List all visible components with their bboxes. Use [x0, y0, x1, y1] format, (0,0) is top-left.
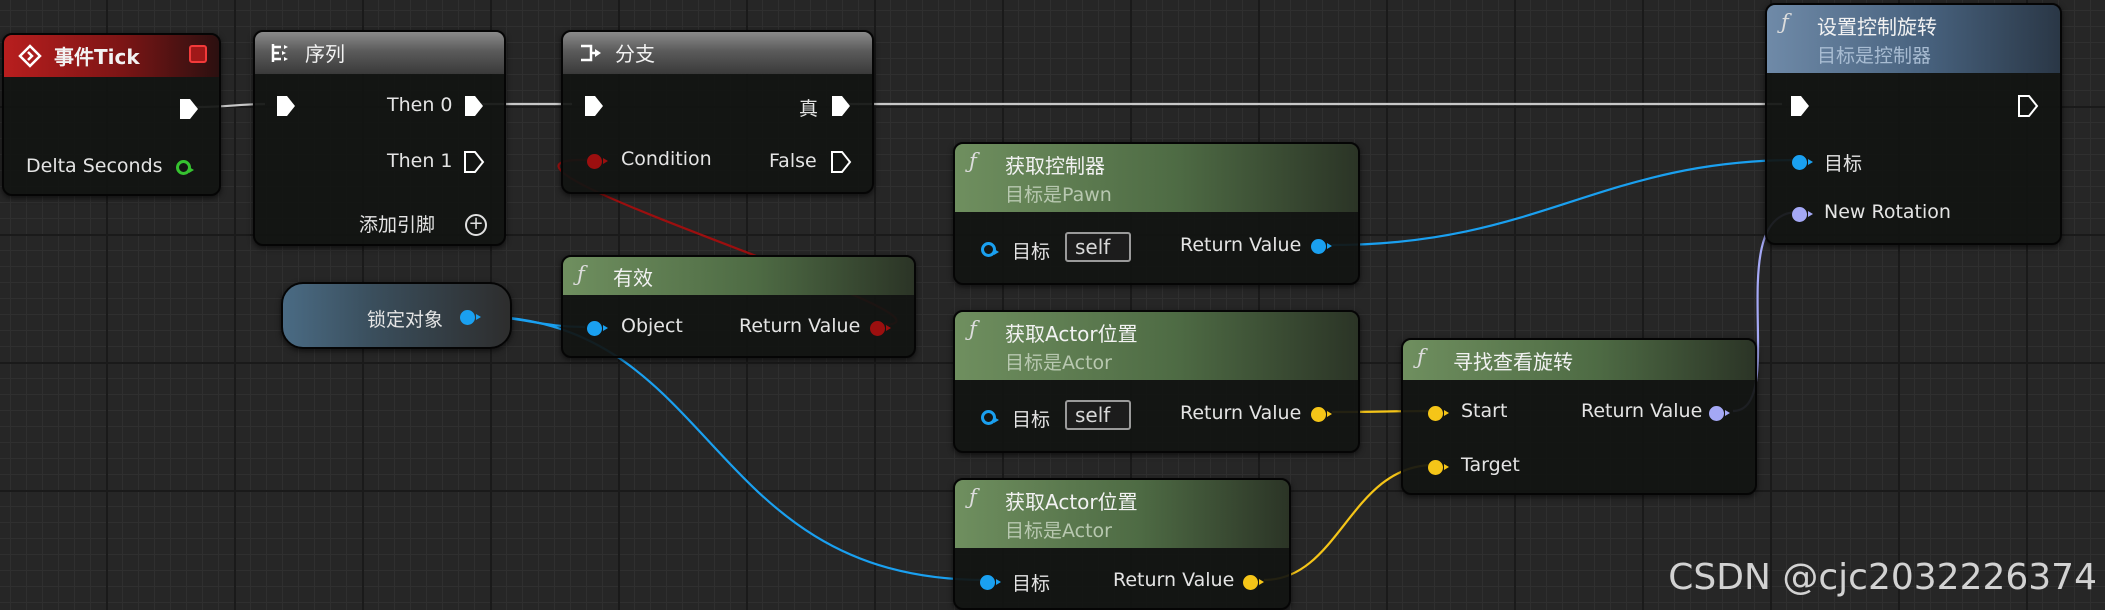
find-look-at-return-label: Return Value — [1581, 400, 1703, 422]
branch-node[interactable]: 分支 真 Condition False — [561, 30, 874, 194]
get-actor-location-header-2[interactable]: ƒ 获取Actor位置 目标是Actor — [955, 480, 1289, 548]
lock-target-variable-node[interactable]: 锁定对象 — [281, 282, 512, 349]
is-valid-title: 有效 — [613, 266, 653, 290]
get-controller-return-pin[interactable] — [1311, 239, 1332, 254]
get-actor-location-return-label-1: Return Value — [1180, 402, 1302, 424]
lock-target-label: 锁定对象 — [367, 309, 444, 331]
condition-label: Condition — [621, 148, 712, 170]
find-look-at-rotation-node[interactable]: ƒ 寻找查看旋转 Start Return Value Target — [1401, 338, 1757, 495]
get-actor-location-return-label-2: Return Value — [1113, 569, 1235, 591]
self-input[interactable]: self — [1065, 232, 1131, 262]
sequence-node[interactable]: 序列 Then 0 Then 1 添加引脚 + — [253, 30, 506, 246]
get-actor-location-target-label-2: 目标 — [1012, 573, 1051, 595]
find-look-at-title: 寻找查看旋转 — [1453, 350, 1573, 374]
exec-in-pin[interactable] — [1789, 94, 1811, 118]
function-icon: ƒ — [577, 262, 585, 286]
is-valid-header[interactable]: ƒ 有效 — [563, 257, 914, 295]
then1-label: Then 1 — [387, 150, 453, 172]
object-pin[interactable] — [587, 321, 608, 336]
find-look-at-header[interactable]: ƒ 寻找查看旋转 — [1403, 340, 1755, 380]
target-label: Target — [1461, 454, 1520, 476]
object-label: Object — [621, 315, 683, 337]
get-actor-location-target-pin-2[interactable] — [980, 575, 1001, 590]
add-pin-label[interactable]: 添加引脚 — [359, 210, 435, 237]
target-pin[interactable] — [1428, 460, 1449, 475]
is-valid-node[interactable]: ƒ 有效 Object Return Value — [561, 255, 916, 358]
delta-seconds-pin[interactable] — [176, 160, 194, 175]
get-actor-location-node-1[interactable]: ƒ 获取Actor位置 目标是Actor 目标 self Return Valu… — [953, 310, 1360, 453]
get-controller-return-label: Return Value — [1180, 234, 1302, 256]
get-actor-location-node-2[interactable]: ƒ 获取Actor位置 目标是Actor 目标 Return Value — [953, 478, 1291, 610]
true-label: 真 — [799, 98, 819, 120]
get-controller-node[interactable]: ƒ 获取控制器 目标是Pawn 目标 self Return Value — [953, 142, 1360, 285]
event-tick-header[interactable]: 事件Tick — [4, 35, 219, 77]
then1-pin[interactable] — [463, 150, 485, 174]
new-rotation-label: New Rotation — [1824, 201, 1951, 223]
function-icon: ƒ — [969, 149, 977, 173]
get-actor-location-subtitle-1: 目标是Actor — [1005, 352, 1112, 374]
event-stop-icon — [189, 45, 207, 63]
get-actor-location-title-2: 获取Actor位置 — [1005, 490, 1138, 514]
delta-seconds-label: Delta Seconds — [26, 155, 163, 177]
event-tick-node[interactable]: 事件Tick Delta Seconds — [2, 33, 221, 196]
function-icon: ƒ — [1417, 345, 1425, 369]
false-pin[interactable] — [830, 150, 852, 174]
function-icon: ƒ — [969, 485, 977, 509]
condition-pin[interactable] — [587, 154, 608, 169]
exec-in-pin[interactable] — [583, 94, 605, 118]
set-control-rotation-header[interactable]: ƒ 设置控制旋转 目标是控制器 — [1767, 5, 2060, 73]
branch-icon — [581, 44, 601, 62]
get-actor-location-title-1: 获取Actor位置 — [1005, 322, 1138, 346]
get-actor-location-header-1[interactable]: ƒ 获取Actor位置 目标是Actor — [955, 312, 1358, 380]
event-tick-title: 事件Tick — [54, 45, 140, 69]
exec-out-pin[interactable] — [178, 97, 200, 121]
sequence-title: 序列 — [305, 42, 345, 66]
set-control-rotation-title: 设置控制旋转 — [1817, 15, 1937, 39]
false-label: False — [769, 150, 817, 172]
get-actor-location-subtitle-2: 目标是Actor — [1005, 520, 1112, 542]
lock-target-pin[interactable] — [460, 310, 481, 325]
get-actor-location-target-pin-1[interactable] — [981, 410, 999, 425]
find-look-at-return-pin[interactable] — [1709, 406, 1730, 421]
get-controller-target-label: 目标 — [1012, 241, 1051, 263]
function-icon: ƒ — [969, 317, 977, 341]
start-pin[interactable] — [1428, 406, 1449, 421]
sequence-icon — [271, 44, 288, 62]
function-icon: ƒ — [1781, 10, 1789, 34]
new-rotation-pin[interactable] — [1792, 207, 1813, 222]
add-pin-plus-icon[interactable]: + — [465, 214, 487, 236]
sequence-header[interactable]: 序列 — [255, 32, 504, 74]
get-actor-location-return-pin-2[interactable] — [1243, 575, 1264, 590]
branch-title: 分支 — [615, 42, 655, 66]
get-actor-location-target-label-1: 目标 — [1012, 409, 1051, 431]
get-controller-subtitle: 目标是Pawn — [1005, 184, 1112, 206]
get-actor-location-return-pin-1[interactable] — [1311, 407, 1332, 422]
exec-out-pin[interactable] — [2017, 94, 2039, 118]
set-control-rotation-target-pin[interactable] — [1792, 155, 1813, 170]
then0-label: Then 0 — [387, 94, 453, 116]
get-controller-title: 获取控制器 — [1005, 154, 1105, 178]
is-valid-return-label: Return Value — [739, 315, 861, 337]
object-wire-controller-set-rotation — [1331, 158, 1799, 247]
set-control-rotation-target-label: 目标 — [1824, 153, 1863, 175]
start-label: Start — [1461, 400, 1508, 422]
is-valid-return-pin[interactable] — [870, 321, 891, 336]
exec-in-pin[interactable] — [275, 94, 297, 118]
set-control-rotation-subtitle: 目标是控制器 — [1817, 45, 1932, 67]
set-control-rotation-node[interactable]: ƒ 设置控制旋转 目标是控制器 目标 New Rotation — [1765, 3, 2062, 245]
get-controller-header[interactable]: ƒ 获取控制器 目标是Pawn — [955, 144, 1358, 212]
true-pin[interactable] — [830, 94, 852, 118]
get-controller-target-pin[interactable] — [981, 242, 999, 257]
self-input[interactable]: self — [1065, 400, 1131, 430]
then0-pin[interactable] — [463, 94, 485, 118]
watermark: CSDN @cjc2032226374 — [1668, 557, 2097, 598]
event-diamond-icon — [18, 44, 42, 68]
branch-header[interactable]: 分支 — [563, 32, 872, 74]
